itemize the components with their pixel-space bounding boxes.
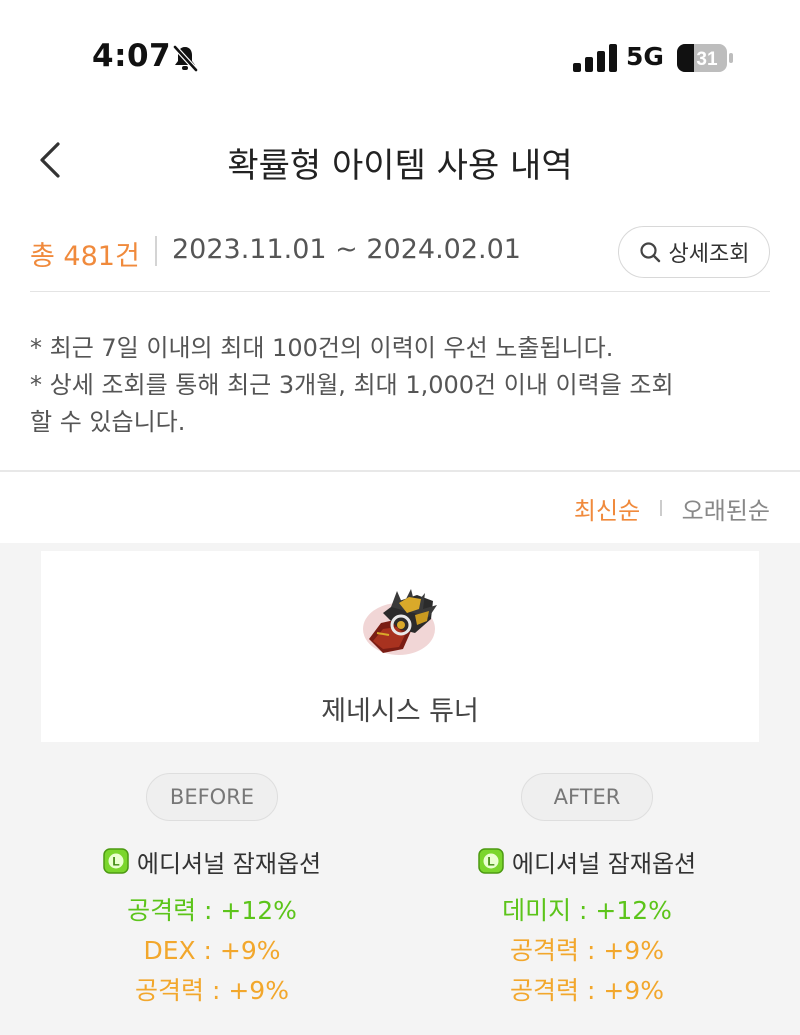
bell-slash-icon (173, 45, 198, 72)
svg-text:L: L (112, 855, 119, 869)
sort-options: 최신순 오래된순 (574, 488, 770, 528)
after-stat-line: 공격력 : +9% (510, 976, 664, 1005)
section-divider (0, 470, 800, 472)
page-header: 확률형 아이템 사용 내역 (0, 110, 800, 210)
before-option-type: 에디셔널 잠재옵션 (136, 849, 322, 878)
item-card[interactable]: 제네시스 튜너 (41, 551, 759, 742)
notice-line: * 상세 조회를 통해 최근 3개월, 최대 1,000건 이내 이력을 조회 (30, 371, 674, 399)
svg-text:L: L (487, 855, 494, 869)
after-option-type: 에디셔널 잠재옵션 (511, 849, 697, 878)
summary-bar: 총 481건 2023.11.01 ~ 2024.02.01 상세조회 (30, 222, 770, 292)
item-name: 제네시스 튜너 (321, 696, 479, 727)
status-time: 4:07 (92, 38, 172, 74)
legendary-grade-icon: L (478, 848, 504, 874)
total-count: 총 481건 (30, 241, 140, 272)
before-stat-line: DEX : +9% (143, 936, 281, 965)
before-stat-line: 공격력 : +9% (135, 976, 289, 1005)
network-label: 5G (626, 42, 664, 71)
status-bar: 4:07 5G 31 (0, 0, 800, 110)
before-stats: 공격력 : +12% DEX : +9% 공격력 : +9% (32, 891, 392, 1011)
detail-search-label: 상세조회 (668, 242, 750, 267)
after-stats: 데미지 : +12% 공격력 : +9% 공격력 : +9% (407, 891, 767, 1011)
notice-block: * 최근 7일 이내의 최대 100건의 이력이 우선 노출됩니다. * 상세 … (30, 330, 770, 441)
after-option-title: L 에디셔널 잠재옵션 (407, 841, 767, 881)
notice-line: * 최근 7일 이내의 최대 100건의 이력이 우선 노출됩니다. (30, 334, 614, 362)
tuner-item-icon (363, 589, 437, 655)
battery-icon: 31 (677, 44, 733, 72)
history-list: 제네시스 튜너 BEFORE L 에디셔널 잠재옵션 공격력 : +12% DE… (0, 543, 800, 1035)
after-stat-line: 데미지 : +12% (502, 896, 672, 925)
after-column: AFTER L 에디셔널 잠재옵션 데미지 : +12% 공격력 : +9% 공… (407, 773, 767, 1011)
before-column: BEFORE L 에디셔널 잠재옵션 공격력 : +12% DEX : +9% … (32, 773, 392, 1011)
notice-line: 할 수 있습니다. (30, 408, 186, 436)
sort-oldest[interactable]: 오래된순 (682, 491, 770, 526)
sort-newest[interactable]: 최신순 (574, 491, 640, 526)
app-screen: 4:07 5G 31 확률형 아이템 사용 내역 총 481건 2023.11.… (0, 0, 800, 1035)
before-option-title: L 에디셔널 잠재옵션 (32, 841, 392, 881)
detail-search-button[interactable]: 상세조회 (618, 226, 770, 278)
signal-icon (573, 44, 617, 72)
after-badge: AFTER (521, 773, 653, 821)
legendary-grade-icon: L (103, 848, 129, 874)
date-range: 2023.11.01 ~ 2024.02.01 (172, 234, 521, 265)
page-title: 확률형 아이템 사용 내역 (227, 146, 573, 186)
summary-divider (155, 236, 157, 266)
before-badge: BEFORE (146, 773, 278, 821)
after-stat-line: 공격력 : +9% (510, 936, 664, 965)
battery-level: 31 (696, 49, 718, 70)
sort-divider (660, 500, 662, 516)
search-icon (639, 242, 660, 263)
before-stat-line: 공격력 : +12% (127, 896, 297, 925)
